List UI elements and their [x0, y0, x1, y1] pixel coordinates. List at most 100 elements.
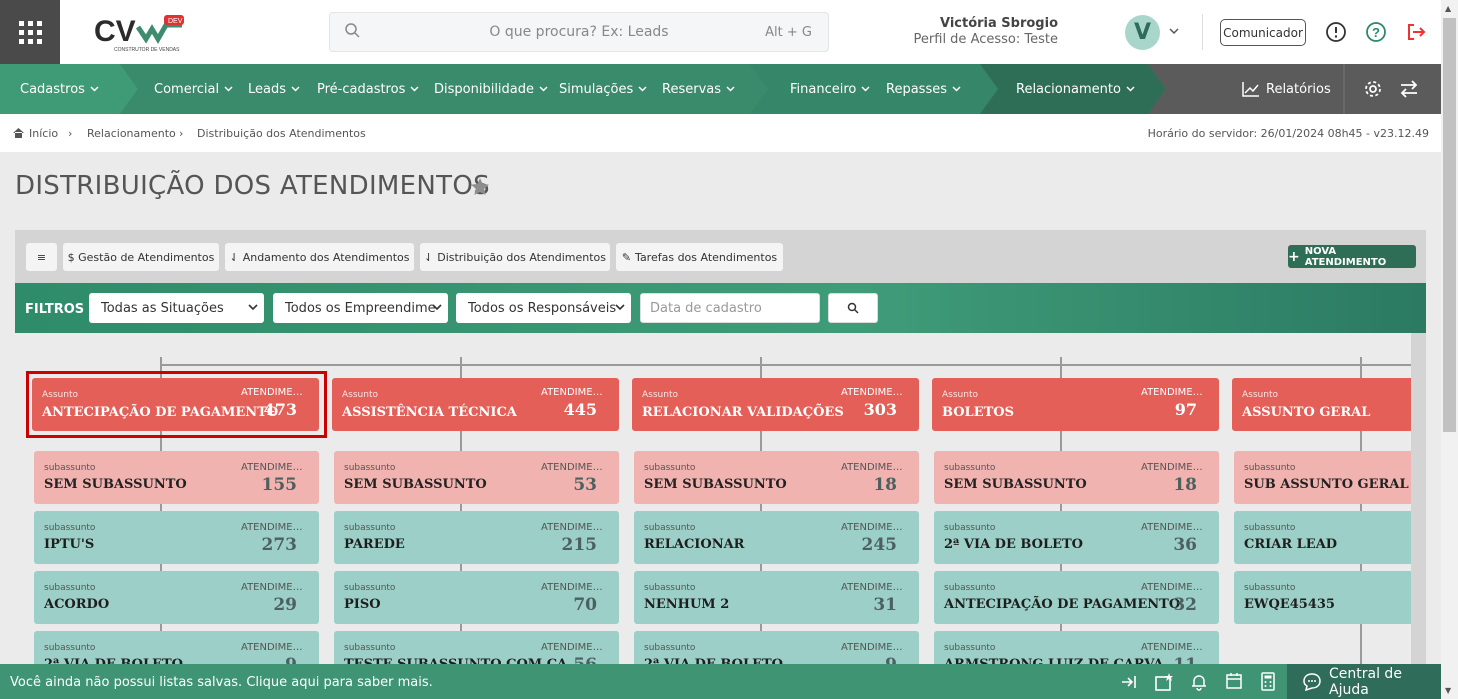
subassunto-card[interactable]: subassunto ANTECIPAÇÃO DE PAGAMENTO ATENDI… — [934, 571, 1219, 624]
subassunto-card[interactable]: subassunto ACORDO ATENDIMENTOS 29 — [34, 571, 319, 624]
date-input[interactable]: Data de cadastro — [640, 293, 820, 323]
subassunto-label: subassunto — [644, 523, 696, 533]
nav-pre-cadastros[interactable]: Pré-cadastros — [317, 64, 419, 114]
subassunto-card[interactable]: subassunto SEM SUBASSUNTO ATENDIMENTOS 53 — [334, 451, 619, 504]
subassunto-name: SEM SUBASSUNTO — [344, 477, 487, 492]
scroll-down-icon[interactable]: ▼ — [1445, 686, 1451, 695]
tarefas-button[interactable]: ✎ Tarefas dos Atendimentos — [616, 243, 783, 271]
nav-relatorios[interactable]: Relatórios — [1242, 64, 1331, 114]
connector-line — [160, 364, 1411, 366]
chevron-down-icon — [615, 304, 625, 311]
search-input[interactable]: O que procura? Ex: Leads Alt + G — [329, 12, 829, 52]
empreendimentos-select[interactable]: Todos os Empreendime — [273, 293, 448, 323]
menu-button[interactable]: ≡ — [26, 243, 57, 271]
user-name: Victória Sbrogio — [939, 16, 1058, 31]
bell-icon[interactable] — [1190, 673, 1208, 691]
assunto-name: ASSISTÊNCIA TÉCNICA — [342, 405, 517, 420]
communicator-button[interactable]: Comunicador — [1220, 19, 1306, 46]
subassunto-card[interactable]: subassunto CRIAR LEAD — [1234, 511, 1411, 564]
subassunto-label: subassunto — [944, 523, 996, 533]
breadcrumb-home[interactable]: Início — [29, 127, 58, 140]
scrollbar-thumb[interactable] — [1443, 18, 1456, 432]
atendimentos-count: 53 — [573, 475, 597, 495]
assunto-card[interactable]: Assunto ASSISTÊNCIA TÉCNICA ATENDIMENTOS 44… — [332, 378, 619, 431]
subassunto-label: subassunto — [344, 523, 396, 533]
subassunto-name: EWQE45435 — [1244, 597, 1335, 612]
responsaveis-select[interactable]: Todos os Responsáveis — [456, 293, 631, 323]
atendimentos-label: ATENDIMENTOS — [241, 582, 309, 593]
subassunto-card[interactable]: subassunto SEM SUBASSUNTO ATENDIMENTOS 155 — [34, 451, 319, 504]
selection-highlight — [26, 371, 327, 438]
subassunto-card[interactable]: subassunto SUB ASSUNTO GERAL SEI — [1234, 451, 1411, 504]
filter-search-button[interactable] — [828, 293, 878, 323]
atendimentos-label: ATENDIMENTOS — [841, 387, 909, 398]
chevron-down-icon — [432, 304, 442, 311]
page-title: DISTRIBUIÇÃO DOS ATENDIMENTOS — [15, 171, 490, 201]
chevron-down-icon — [726, 86, 735, 92]
assunto-name: RELACIONAR VALIDAÇÕES — [642, 405, 844, 420]
subassunto-card[interactable]: subassunto PISO ATENDIMENTOS 70 — [334, 571, 619, 624]
logout-icon[interactable] — [1405, 21, 1427, 43]
atendimentos-label: ATENDIMENTOS — [1141, 522, 1209, 533]
subassunto-label: subassunto — [44, 463, 96, 473]
apps-grid-icon[interactable] — [0, 0, 60, 64]
calculator-icon[interactable] — [1260, 672, 1276, 691]
distribuicao-button[interactable]: ⇃ Distribuição dos Atendimentos — [420, 243, 610, 271]
nav-cadastros[interactable]: Cadastros — [20, 64, 99, 114]
assunto-card[interactable]: Assunto RELACIONAR VALIDAÇÕES ATENDIMENTOS… — [632, 378, 919, 431]
star-box-icon[interactable] — [1154, 672, 1174, 692]
star-icon[interactable] — [469, 176, 491, 198]
assunto-card[interactable]: Assunto ASSUNTO GERAL — [1232, 378, 1411, 431]
chevron-down-icon[interactable] — [1169, 26, 1179, 36]
atendimentos-count: 245 — [861, 535, 898, 555]
new-atendimento-button[interactable]: + NOVA ATENDIMENTO — [1288, 245, 1416, 268]
atendimentos-label: ATENDIMENTOS — [541, 387, 609, 398]
nav-relacionamento[interactable]: Relacionamento — [1016, 64, 1135, 114]
nav-comercial[interactable]: Comercial — [154, 64, 233, 114]
calendar-icon[interactable] — [1225, 672, 1243, 690]
nav-simulacoes[interactable]: Simulações — [559, 64, 647, 114]
plus-icon: + — [1288, 248, 1300, 265]
nav-leads[interactable]: Leads — [248, 64, 300, 114]
subassunto-card[interactable]: subassunto IPTU'S ATENDIMENTOS 273 — [34, 511, 319, 564]
atendimentos-count: 215 — [561, 535, 598, 555]
subassunto-card[interactable]: subassunto NENHUM 2 ATENDIMENTOS 31 — [634, 571, 919, 624]
subassunto-name: NENHUM 2 — [644, 597, 730, 612]
avatar[interactable]: V — [1125, 15, 1160, 50]
nav-reservas[interactable]: Reservas — [662, 64, 735, 114]
logo[interactable]: CV DEV CONSTRUTOR DE VENDAS — [94, 13, 186, 55]
subassunto-label: subassunto — [1244, 463, 1296, 473]
nav-repasses[interactable]: Repasses — [886, 64, 961, 114]
andamento-button[interactable]: ⇃ Andamento dos Atendimentos — [225, 243, 414, 271]
gestao-button[interactable]: $ Gestão de Atendimentos — [63, 243, 219, 271]
nav-financeiro[interactable]: Financeiro — [790, 64, 870, 114]
swap-icon[interactable] — [1399, 80, 1419, 98]
subassunto-card[interactable]: subassunto SEM SUBASSUNTO ATENDIMENTOS 18 — [634, 451, 919, 504]
scroll-up-icon[interactable]: ▲ — [1445, 4, 1451, 13]
breadcrumb-relacionamento[interactable]: Relacionamento — [87, 127, 176, 140]
atendimentos-label: ATENDIMENTOS — [1141, 387, 1209, 398]
gear-icon[interactable] — [1363, 79, 1383, 99]
atendimentos-label: ATENDIMENTOS — [841, 462, 909, 473]
situacoes-select[interactable]: Todas as Situações — [89, 293, 264, 323]
arrow-to-line-icon[interactable] — [1120, 673, 1138, 691]
subassunto-card[interactable]: subassunto PAREDE ATENDIMENTOS 215 — [334, 511, 619, 564]
help-icon[interactable]: ? — [1365, 21, 1387, 43]
subassunto-card[interactable]: subassunto RELACIONAR ATENDIMENTOS 245 — [634, 511, 919, 564]
search-icon — [847, 302, 859, 314]
atendimentos-count: 32 — [1173, 595, 1197, 615]
info-icon[interactable] — [1325, 21, 1347, 43]
subassunto-card[interactable]: subassunto SEM SUBASSUNTO ATENDIMENTOS 18 — [934, 451, 1219, 504]
subassunto-card[interactable]: subassunto 2ª VIA DE BOLETO ATENDIMENTOS 36 — [934, 511, 1219, 564]
atendimentos-count: 445 — [563, 400, 597, 419]
subassunto-label: subassunto — [44, 643, 96, 653]
nav-disponibilidade[interactable]: Disponibilidade — [434, 64, 548, 114]
subassunto-card[interactable]: subassunto EWQE45435 — [1234, 571, 1411, 624]
assunto-card[interactable]: Assunto BOLETOS ATENDIMENTOS 97 — [932, 378, 1219, 431]
svg-text:?: ? — [1372, 25, 1380, 40]
subassunto-label: subassunto — [644, 643, 696, 653]
atendimentos-count: 36 — [1173, 535, 1197, 555]
saved-lists-message[interactable]: Você ainda não possui listas salvas. Cli… — [10, 675, 433, 690]
chevron-down-icon — [539, 86, 548, 92]
subassunto-label: subassunto — [344, 463, 396, 473]
